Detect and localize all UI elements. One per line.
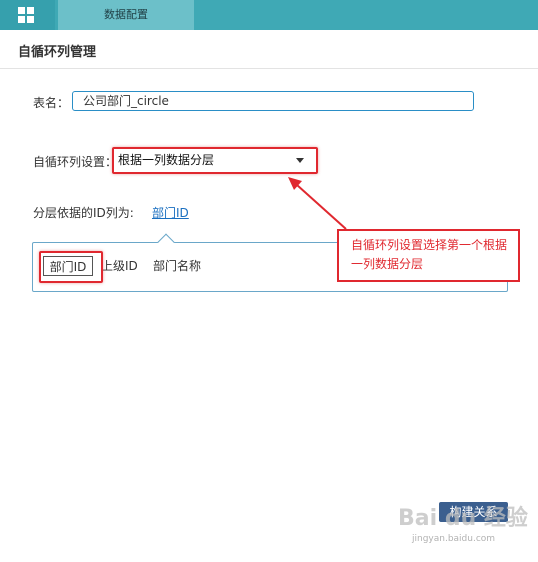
app-menu-button[interactable] bbox=[0, 0, 55, 30]
build-relation-button[interactable]: 构建关系 bbox=[439, 502, 508, 522]
layer-id-label: 分层依据的ID列为: bbox=[33, 206, 134, 220]
select-highlight-box bbox=[112, 147, 318, 174]
column-chip[interactable]: 部门名称 bbox=[153, 256, 201, 276]
page-title: 自循环列管理 bbox=[18, 45, 97, 60]
loop-setting-label: 自循环列设置： bbox=[33, 155, 118, 169]
watermark-url: jingyan.baidu.com bbox=[412, 534, 496, 544]
grid-icon bbox=[18, 7, 34, 23]
layer-id-link[interactable]: 部门ID bbox=[152, 204, 189, 221]
title-divider bbox=[0, 68, 538, 69]
column-chip[interactable]: 上级ID bbox=[101, 256, 138, 276]
tab-data-config[interactable]: 数据配置 bbox=[58, 0, 194, 30]
chip-highlight-box bbox=[39, 251, 103, 283]
table-name-input[interactable]: 公司部门_circle bbox=[72, 91, 474, 111]
table-name-label: 表名： bbox=[33, 96, 70, 110]
annotation-callout: 自循环列设置选择第一个根据一列数据分层 bbox=[337, 229, 520, 282]
top-bar: 数据配置 bbox=[0, 0, 538, 30]
